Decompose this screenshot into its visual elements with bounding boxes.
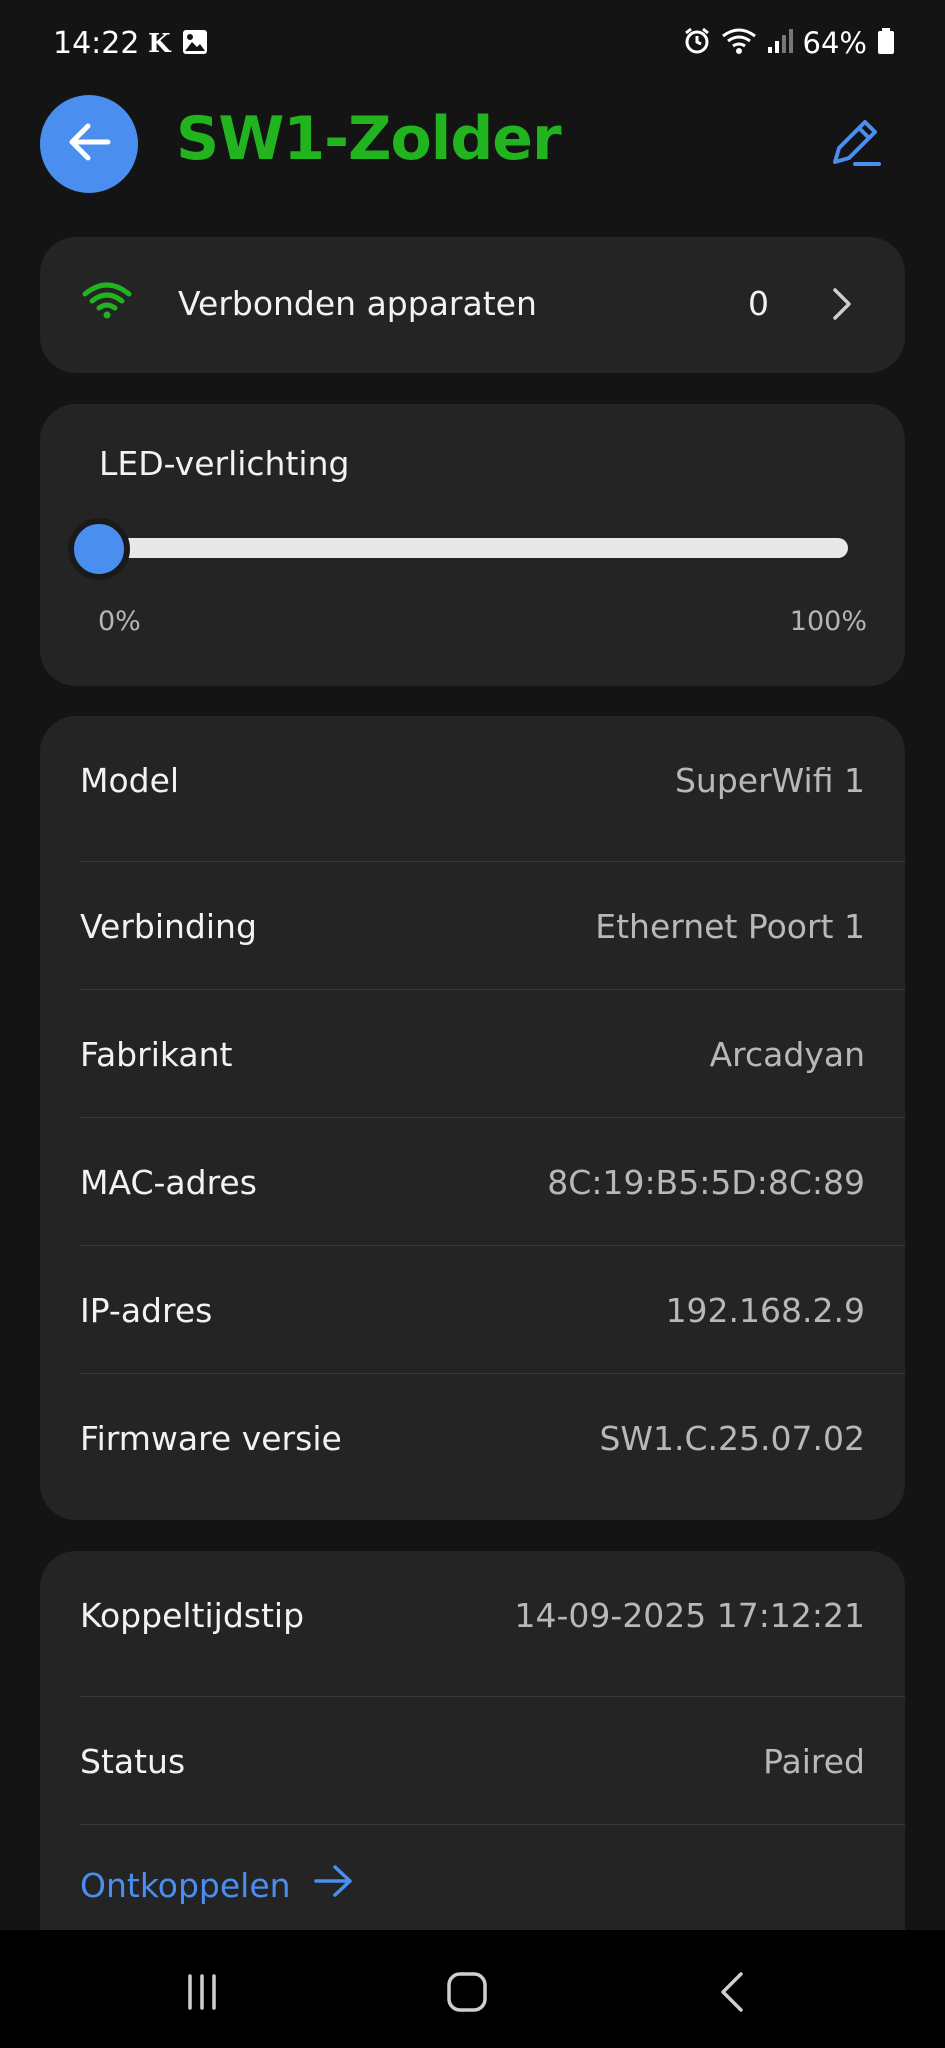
status-left-icons: K [148,28,209,60]
back-button[interactable] [40,95,138,193]
battery-percent: 64% [802,26,867,60]
arrow-right-icon [313,1863,355,1907]
led-card: LED-verlichting 0% 100% [40,404,905,686]
divider [80,1824,905,1825]
pair-row-time: Koppeltijdstip 14-09-2025 17:12:21 [80,1551,905,1679]
home-icon [445,1970,489,2018]
info-value: 192.168.2.9 [665,1290,865,1330]
info-value: SuperWifi 1 [674,760,865,800]
connected-devices-label: Verbonden apparaten [178,284,537,323]
led-slider-track[interactable] [98,538,848,558]
recent-apps-button[interactable] [172,1964,232,2024]
status-right-icons: 64% [683,26,895,60]
info-label: IP-adres [80,1290,213,1330]
navigation-bar [0,1930,945,2048]
chevron-right-icon [831,287,853,325]
led-max-label: 100% [789,606,867,637]
info-row-mac: MAC-adres 8C:19:B5:5D:8C:89 [80,1118,905,1246]
device-info-card: Model SuperWifi 1 Verbinding Ethernet Po… [40,716,905,1520]
wifi-icon [721,27,757,59]
alarm-icon [683,27,711,59]
image-icon [181,28,209,60]
info-value: 8C:19:B5:5D:8C:89 [547,1162,865,1202]
pair-row-status: Status Paired [80,1697,905,1825]
home-button[interactable] [437,1964,497,2024]
pair-label: Status [80,1741,186,1781]
connected-devices-row[interactable]: Verbonden apparaten 0 [40,237,905,373]
info-row-model: Model SuperWifi 1 [80,716,905,844]
nav-back-button[interactable] [702,1964,762,2024]
info-row-manufacturer: Fabrikant Arcadyan [80,990,905,1118]
page-title: SW1-Zolder [176,104,562,174]
wifi-icon [82,280,132,324]
signal-icon [767,27,793,59]
pair-value: Paired [763,1741,865,1781]
info-value: Arcadyan [709,1034,865,1074]
info-label: MAC-adres [80,1162,257,1202]
led-label: LED-verlichting [99,444,350,483]
pair-label: Koppeltijdstip [80,1595,305,1635]
unpair-label: Ontkoppelen [80,1865,291,1905]
k-app-icon: K [148,29,171,59]
info-value: Ethernet Poort 1 [595,906,865,946]
status-bar: 14:22 K 64% [0,0,945,90]
pair-value: 14-09-2025 17:12:21 [514,1595,865,1635]
unpair-link[interactable]: Ontkoppelen [80,1863,355,1907]
led-slider-thumb[interactable] [68,518,130,580]
connected-devices-count: 0 [748,284,769,323]
recent-apps-icon [182,1972,222,2016]
back-icon [717,1970,747,2018]
info-row-connection: Verbinding Ethernet Poort 1 [80,862,905,990]
screen: 14:22 K 64% SW1-Zolder Verbonden apparat… [0,0,945,2048]
battery-icon [877,27,895,59]
info-label: Fabrikant [80,1034,233,1074]
info-label: Model [80,760,180,800]
edit-button[interactable] [825,112,885,172]
led-min-label: 0% [98,606,141,637]
info-row-firmware: Firmware versie SW1.C.25.07.02 [80,1374,905,1502]
info-row-ip: IP-adres 192.168.2.9 [80,1246,905,1374]
arrow-left-icon [66,122,112,166]
info-label: Verbinding [80,906,257,946]
info-value: SW1.C.25.07.02 [599,1418,865,1458]
pencil-icon [825,120,885,176]
status-time: 14:22 [53,26,140,61]
info-label: Firmware versie [80,1418,342,1458]
